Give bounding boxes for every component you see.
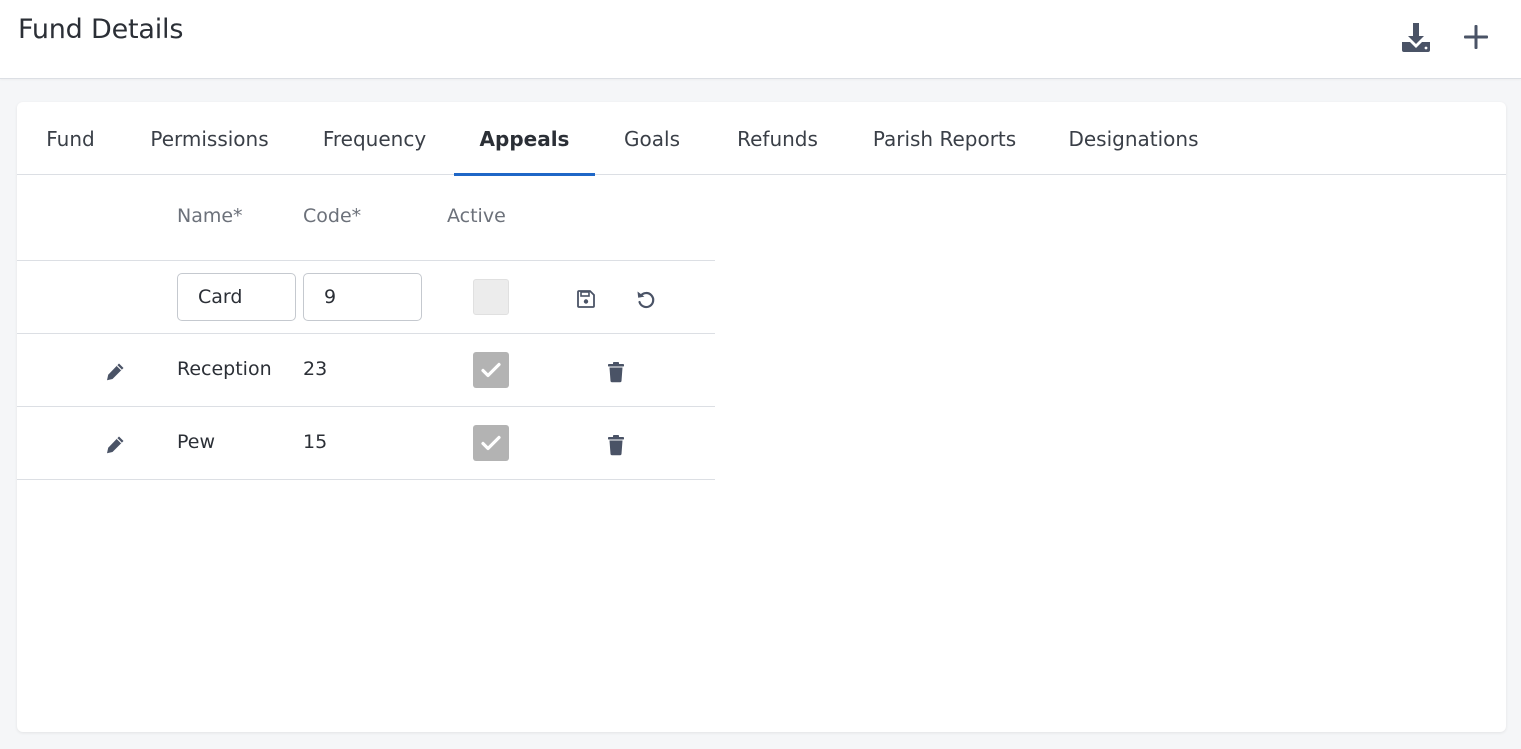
- name-input[interactable]: [177, 273, 296, 321]
- tab-goals[interactable]: Goals: [595, 102, 709, 175]
- code-input[interactable]: [303, 273, 422, 321]
- appeal-code: 15: [303, 431, 328, 453]
- trash-icon: [608, 435, 624, 456]
- tab-bar: Fund Permissions Frequency Appeals Goals…: [17, 102, 1506, 176]
- column-header-name: Name*: [177, 205, 243, 227]
- row-divider: [17, 479, 715, 480]
- column-header-code: Code*: [303, 205, 362, 227]
- save-button[interactable]: [571, 284, 601, 314]
- column-header-active: Active: [447, 205, 506, 227]
- add-button[interactable]: [1455, 16, 1497, 58]
- download-icon: [1402, 23, 1430, 52]
- tab-parish-reports[interactable]: Parish Reports: [846, 102, 1043, 175]
- trash-icon: [608, 362, 624, 383]
- delete-button[interactable]: [601, 357, 631, 387]
- delete-button[interactable]: [601, 430, 631, 460]
- tab-appeals[interactable]: Appeals: [454, 102, 595, 176]
- tab-designations[interactable]: Designations: [1043, 102, 1224, 175]
- active-checkbox[interactable]: [473, 352, 509, 388]
- row-divider: [17, 333, 715, 334]
- check-icon: [481, 362, 501, 378]
- undo-icon: [637, 291, 655, 309]
- fund-details-card: Fund Permissions Frequency Appeals Goals…: [17, 102, 1506, 732]
- plus-icon: [1464, 25, 1488, 49]
- row-divider: [17, 406, 715, 407]
- page-header: Fund Details: [0, 0, 1521, 79]
- tab-fund[interactable]: Fund: [17, 102, 124, 175]
- save-icon: [577, 290, 595, 308]
- page-title: Fund Details: [18, 14, 184, 45]
- edit-button[interactable]: [100, 430, 130, 460]
- pencil-icon: [107, 436, 124, 454]
- appeal-code: 23: [303, 358, 328, 380]
- tab-refunds[interactable]: Refunds: [709, 102, 846, 175]
- tab-permissions[interactable]: Permissions: [124, 102, 295, 175]
- check-icon: [481, 435, 501, 451]
- pencil-icon: [107, 363, 124, 381]
- appeal-name: Reception: [177, 358, 272, 380]
- appeal-name: Pew: [177, 431, 216, 453]
- active-checkbox[interactable]: [473, 425, 509, 461]
- edit-button[interactable]: [100, 357, 130, 387]
- download-button[interactable]: [1395, 16, 1437, 58]
- undo-button[interactable]: [631, 284, 661, 314]
- tab-frequency[interactable]: Frequency: [295, 102, 454, 175]
- row-divider: [17, 260, 715, 261]
- active-checkbox[interactable]: [473, 279, 509, 315]
